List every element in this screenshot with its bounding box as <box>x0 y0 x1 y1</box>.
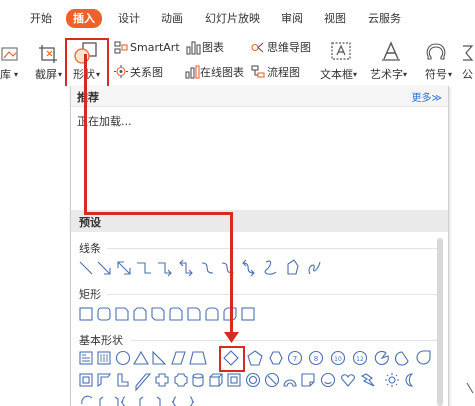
heart-shape[interactable] <box>341 374 355 387</box>
right-bracket-shape[interactable] <box>156 396 161 406</box>
pie-shape[interactable] <box>374 350 389 366</box>
moon-shape[interactable] <box>405 373 414 387</box>
guide-line <box>84 212 232 215</box>
right-brace-shape[interactable] <box>189 396 195 406</box>
guide-line <box>230 212 233 334</box>
double-arrow-shape[interactable] <box>117 261 131 275</box>
shape-number-label: 8 <box>314 355 318 363</box>
elbow-connector-shape[interactable] <box>137 262 151 274</box>
cross-shape[interactable] <box>155 373 169 387</box>
left-brace-shape[interactable] <box>171 396 177 406</box>
parallelogram-shape[interactable] <box>171 351 186 365</box>
trapezoid-shape[interactable] <box>189 351 207 365</box>
no-symbol-shape[interactable] <box>264 372 280 388</box>
shape-number-label: 10 <box>334 356 342 363</box>
shape-number-label: 12 <box>356 356 364 363</box>
app-window: 开始 插入 设计 动画 幻灯片放映 审阅 视图 云服务 库 ▾ 截屏 ▾ 形状 <box>0 0 475 406</box>
plaque-shape[interactable] <box>174 373 188 387</box>
frame-shape[interactable] <box>79 373 93 387</box>
teardrop-shape[interactable] <box>416 350 431 365</box>
curve-connector-shape[interactable] <box>201 262 214 274</box>
curve-shape[interactable] <box>264 260 277 275</box>
dodecagon-shape[interactable]: 12 <box>352 350 368 366</box>
left-bracket-shape[interactable] <box>139 396 144 406</box>
round-single-corner-rectangle-shape[interactable] <box>187 307 201 321</box>
decagon-shape[interactable]: 10 <box>330 350 346 366</box>
half-frame-shape[interactable] <box>97 373 112 388</box>
bevel-shape[interactable] <box>227 373 241 387</box>
block-arc-shape[interactable] <box>283 379 297 387</box>
rectangle-shape[interactable] <box>79 307 93 321</box>
snip-single-corner-rectangle-shape[interactable] <box>115 307 129 321</box>
sun-shape[interactable] <box>385 373 399 387</box>
heptagon-shape[interactable]: 7 <box>287 350 303 366</box>
snip-round-rectangle-shape[interactable] <box>169 307 183 321</box>
pentagon-shape[interactable] <box>247 350 263 366</box>
edge-glyph-icon <box>466 382 474 394</box>
chord-shape[interactable] <box>394 351 409 366</box>
text-box-shape[interactable] <box>79 351 93 365</box>
folded-corner-shape[interactable] <box>301 373 315 387</box>
arrow-line-shape[interactable] <box>97 261 111 275</box>
elbow-double-arrow-shape[interactable] <box>179 259 193 277</box>
vertical-text-box-shape[interactable] <box>97 351 111 365</box>
l-shape[interactable] <box>117 373 129 387</box>
guide-arrowhead-icon <box>224 332 239 343</box>
smiley-face-shape[interactable] <box>320 372 336 388</box>
bracket-pair-shape[interactable] <box>99 396 119 406</box>
triangle-shape[interactable] <box>133 350 149 365</box>
guide-line <box>84 54 87 214</box>
snip-same-side-rectangle-shape[interactable] <box>133 307 147 321</box>
brace-pair-shape[interactable] <box>120 396 126 406</box>
line-shape[interactable] <box>79 261 93 275</box>
oval-shape[interactable] <box>115 350 131 366</box>
square-shape[interactable] <box>241 307 255 321</box>
hexagon-shape[interactable] <box>269 351 283 365</box>
diagonal-stripe-shape[interactable] <box>135 373 152 392</box>
donut-shape[interactable] <box>245 372 261 388</box>
snip-diagonal-rectangle-shape[interactable] <box>151 307 165 321</box>
right-triangle-shape[interactable] <box>152 350 167 365</box>
shape-number-label: 7 <box>293 355 297 363</box>
round-same-side-rectangle-shape[interactable] <box>205 307 219 321</box>
can-shape[interactable] <box>192 373 204 387</box>
cube-shape[interactable] <box>209 373 223 387</box>
freeform-shape[interactable] <box>287 259 299 275</box>
curve-double-arrow-shape[interactable] <box>242 259 255 277</box>
lightning-bolt-shape[interactable] <box>360 373 375 387</box>
arc-shape[interactable] <box>81 395 93 405</box>
elbow-arrow-shape[interactable] <box>158 262 172 277</box>
octagon-shape[interactable]: 8 <box>308 350 324 366</box>
scribble-shape[interactable] <box>308 261 321 275</box>
diamond-highlight <box>219 346 245 372</box>
rounded-rectangle-shape[interactable] <box>97 307 111 321</box>
